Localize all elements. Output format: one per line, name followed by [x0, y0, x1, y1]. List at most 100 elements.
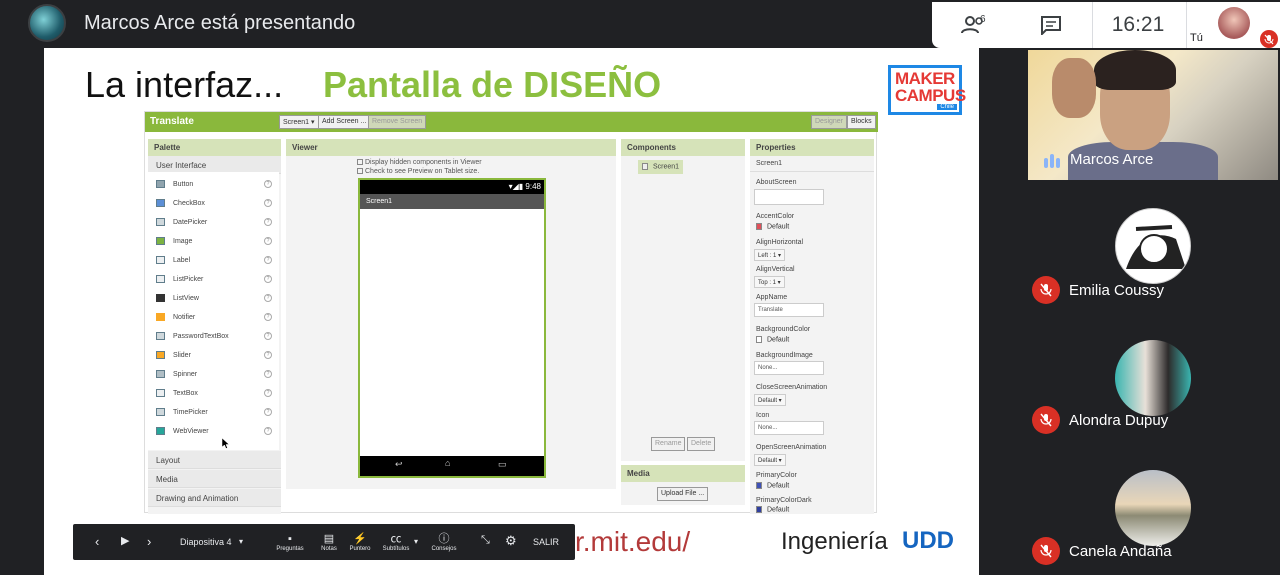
components-panel: Components Screen1 Rename Delete [621, 139, 745, 461]
slide-url: r.mit.edu/ [575, 526, 691, 557]
participant-avatar-canela [1115, 470, 1191, 546]
notes-button[interactable]: ▤ Notas [316, 532, 342, 552]
password-icon [156, 332, 165, 340]
help-icon: ? [264, 237, 272, 245]
gear-icon[interactable]: ⚙ [505, 533, 517, 549]
palette-item: DatePicker? [148, 213, 279, 232]
calendar-icon [156, 218, 165, 226]
rename-button: Rename [651, 437, 686, 451]
help-icon: ? [264, 408, 272, 416]
about-screen-textarea [754, 189, 824, 205]
slider-icon [156, 351, 165, 359]
palette-item: Spinner? [148, 365, 279, 384]
speaking-indicator-icon [1044, 154, 1062, 168]
call-controls-panel: 6 16:21 Tú [932, 2, 1280, 48]
media-panel: Media Upload File ... [621, 465, 745, 505]
align-vertical-select: Top : 1 ▾ [754, 276, 785, 288]
palette-item: WebViewer? [148, 422, 279, 441]
help-icon: ? [264, 332, 272, 340]
participants-button[interactable]: 6 [956, 10, 992, 40]
muted-mic-icon [1032, 406, 1060, 434]
phone-preview: ▾◢▮ 9:48 Screen1 ↩ ⌂ ▭ [358, 178, 546, 478]
play-icon[interactable]: ▶ [121, 534, 129, 547]
questions-button[interactable]: ▪ Preguntas [270, 532, 310, 552]
captions-menu-icon[interactable]: ▾ [414, 537, 418, 546]
captions-button[interactable]: ㏄ Subtítulos [378, 532, 414, 552]
participant-avatar-emilia [1115, 208, 1191, 284]
prop-close-animation: CloseScreenAnimation [756, 384, 828, 391]
chevron-down-icon[interactable]: ▾ [239, 537, 243, 546]
slide-selector[interactable]: Diapositiva 4 [180, 537, 232, 547]
footer-brand: Ingeniería [781, 528, 888, 555]
exit-button[interactable]: SALIR [533, 537, 559, 547]
delete-button: Delete [687, 437, 716, 451]
prop-primary-color-dark: PrimaryColorDark [756, 497, 812, 504]
clock: 16:21 [1111, 13, 1165, 36]
prop-app-name: AppName [756, 294, 788, 301]
app-inventor-screenshot: Translate Screen1 ▾ Add Screen ... Remov… [144, 111, 878, 514]
participants-count: 6 [980, 14, 986, 25]
textbox-icon [156, 389, 165, 397]
exit-fullscreen-icon[interactable]: ⤡ [481, 534, 490, 547]
pointer-icon: ⚡ [353, 533, 367, 545]
icon-input: None... [754, 421, 824, 435]
help-icon: ? [264, 370, 272, 378]
presenter-avatar [28, 4, 66, 42]
designer-button: Designer [811, 115, 848, 129]
slide-title: La interfaz... [85, 64, 284, 105]
palette-list: Button? CheckBox? DatePicker? Image? Lab… [148, 172, 279, 450]
first-slide-icon[interactable]: ‹ [95, 534, 99, 549]
self-avatar[interactable] [1218, 7, 1250, 39]
background-color-value: Default [756, 336, 789, 343]
maker-campus-logo: MAKER CAMPUS Chile [888, 65, 966, 115]
upload-file-button: Upload File ... [657, 487, 709, 501]
chat-icon [1041, 16, 1061, 35]
palette-item: Button? [148, 175, 279, 194]
pointer-button[interactable]: ⚡ Puntero [345, 532, 375, 552]
slide-subtitle: Pantalla de DISEÑO [323, 64, 662, 105]
participant-video-marcos[interactable]: Marcos Arce [1028, 50, 1278, 180]
viewer-header: Viewer [286, 139, 616, 156]
primary-color-value: Default [756, 482, 789, 489]
image-icon [156, 237, 165, 245]
palette-item: Slider? [148, 346, 279, 365]
home-icon: ⌂ [445, 458, 451, 468]
muted-mic-icon [1032, 276, 1060, 304]
palette-item: TimePicker? [148, 403, 279, 422]
next-slide-icon[interactable]: › [147, 534, 151, 549]
phone-nav-bar: ↩ ⌂ ▭ [360, 456, 544, 476]
remove-screen-button: Remove Screen [368, 115, 427, 129]
notes-icon: ▤ [323, 533, 335, 545]
top-bar: Marcos Arce está presentando 6 16:21 Tú [0, 0, 1280, 48]
tips-button[interactable]: ⓘ Consejos [427, 532, 461, 552]
button-icon [156, 180, 165, 188]
help-icon: ? [264, 256, 272, 264]
palette-item: CheckBox? [148, 194, 279, 213]
spinner-icon [156, 370, 165, 378]
properties-header: Properties [750, 139, 874, 156]
prop-accent-color: AccentColor [756, 213, 795, 220]
prop-open-animation: OpenScreenAnimation [756, 444, 827, 451]
properties-screen-name: Screen1 [750, 156, 874, 172]
info-icon: ⓘ [438, 533, 450, 545]
self-label: Tú [1190, 32, 1203, 44]
palette-section-media: Media [148, 470, 281, 488]
component-tree-screen1: Screen1 [638, 160, 684, 174]
align-horizontal-select: Left : 1 ▾ [754, 249, 786, 261]
participants-sidebar: Marcos Arce Emilia Coussy Alondra Dupuy … [1022, 48, 1280, 575]
palette-item: PasswordTextBox? [148, 327, 279, 346]
chat-button[interactable] [1036, 10, 1066, 40]
project-name: Translate [150, 116, 194, 127]
blocks-button: Blocks [847, 115, 876, 129]
prop-background-image: BackgroundImage [756, 352, 813, 359]
palette-item: Notifier? [148, 308, 279, 327]
clock-icon [156, 408, 165, 416]
help-icon: ? [264, 275, 272, 283]
app-name-input: Translate [754, 303, 824, 317]
palette-item: TextBox? [148, 384, 279, 403]
help-icon: ? [264, 351, 272, 359]
palette-item: Image? [148, 232, 279, 251]
properties-panel: Properties Screen1 AboutScreen AccentCol… [750, 139, 874, 514]
display-hidden-checkbox: Display hidden components in Viewer [357, 159, 482, 166]
warning-icon [156, 313, 165, 321]
